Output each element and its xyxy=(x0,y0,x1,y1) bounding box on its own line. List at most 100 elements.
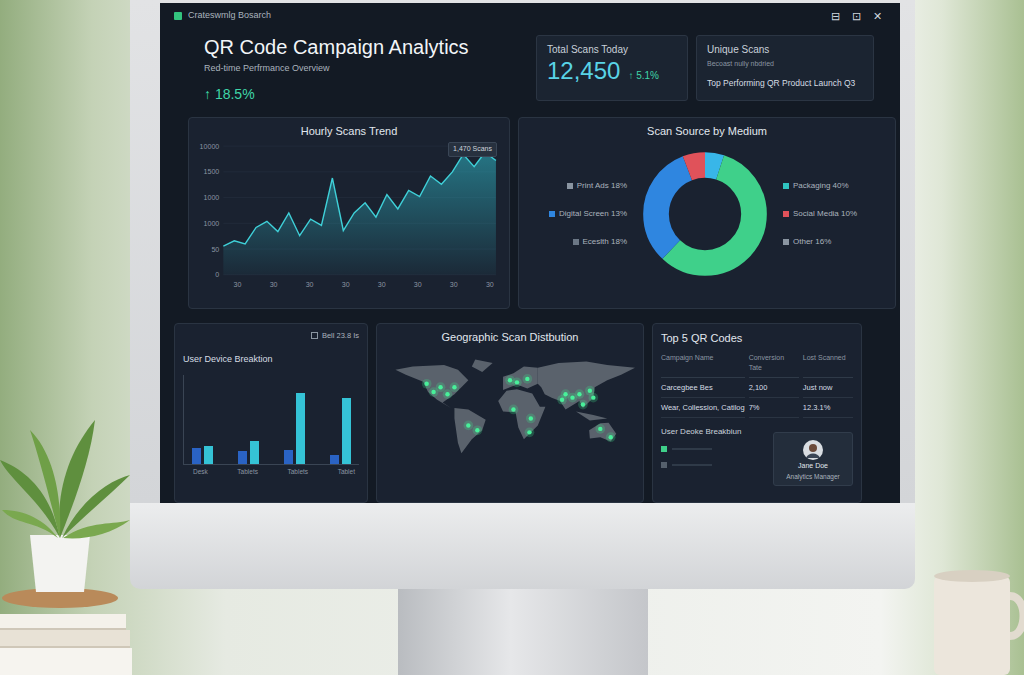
bar-labels: DeskTabletsTabletsTablet xyxy=(183,465,359,477)
pin-glow xyxy=(588,393,598,403)
kpi-change: ↑ 5.1% xyxy=(628,68,659,83)
pin-glow xyxy=(429,388,439,398)
pin-glow xyxy=(578,400,588,410)
map-pin xyxy=(570,396,574,400)
table-cell: 7% xyxy=(749,398,799,418)
dashboard-header: QR Code Campaign AnalyticsRed-time Perfr… xyxy=(174,29,886,109)
map-pin xyxy=(588,389,592,393)
window-control-button[interactable]: ⊡ xyxy=(852,8,861,25)
growth-indicator: ↑ 18.5% xyxy=(204,84,528,105)
pin-glow xyxy=(422,379,432,389)
table-cell: 12.3.1% xyxy=(803,398,853,418)
dashboard-title: QR Code Campaign Analytics xyxy=(204,35,528,60)
bar xyxy=(250,441,259,464)
map-pin xyxy=(529,417,533,421)
bar xyxy=(342,398,351,464)
map-panel: Geographic Scan Distbution xyxy=(376,323,644,503)
x-axis-tick: 30 xyxy=(486,281,494,289)
calendar-icon xyxy=(311,332,318,339)
continent xyxy=(472,360,493,373)
legend-label: Packaging 40% xyxy=(793,180,849,192)
app-logo-icon xyxy=(174,12,182,20)
chart-title: Hourly Scans Trend xyxy=(197,124,501,138)
kpi-label: Unique Scans xyxy=(707,42,863,57)
donut-segment xyxy=(656,165,754,263)
kpi-label: Total Scans Today xyxy=(547,42,677,57)
potted-plant xyxy=(0,360,135,610)
map-pin xyxy=(438,385,442,389)
chart-title: User Device Breaktion xyxy=(183,353,359,367)
window-control-button[interactable]: ✕ xyxy=(873,8,882,25)
kpi-value: Top Performing QR Product Launch Q3 xyxy=(707,78,863,89)
map-pin xyxy=(431,390,435,394)
pin-glow xyxy=(525,428,535,438)
monitor-stand xyxy=(398,589,648,675)
dashboard-screen: Crateswmlg Bosarch ⊟ ⊡ ✕ QR Code Campaign A… xyxy=(160,3,900,503)
header-block: QR Code Campaign AnalyticsRed-time Perfr… xyxy=(204,35,528,105)
pin-glow xyxy=(450,383,460,393)
legend-item: Eceslth 18% xyxy=(573,236,627,248)
kpi-value: 12,450 xyxy=(547,57,620,86)
window-control-button[interactable]: ⊟ xyxy=(831,8,840,25)
bar xyxy=(204,446,213,464)
map-pin xyxy=(445,392,449,396)
x-axis-tick: 30 xyxy=(270,281,278,289)
user-card[interactable]: Jane DoeAnalytics Manager xyxy=(773,432,853,486)
codes-table: Campaign NameConversion TateLost Scanned… xyxy=(661,347,853,419)
window-controls: ⊟ ⊡ ✕ xyxy=(831,8,886,25)
kpi-note: Becoast nully nbdried xyxy=(707,59,863,70)
table-cell: 2,100 xyxy=(749,378,799,398)
pin-glow xyxy=(606,433,616,443)
chart-line xyxy=(223,153,496,247)
pin-glow xyxy=(526,414,536,424)
y-axis-tick: 1500 xyxy=(204,169,220,177)
title-bar: Crateswmlg Bosarch ⊟ ⊡ ✕ xyxy=(174,3,886,29)
category-label: Tablets xyxy=(237,467,258,477)
device-chart-panel: Bell 23.8 Is User Device Breaktion Desk Tab… xyxy=(174,323,368,503)
donut-segment xyxy=(656,165,754,263)
y-axis-tick: 0 xyxy=(215,272,219,280)
bar-group xyxy=(330,375,351,464)
user-role: Analytics Manager xyxy=(779,472,847,482)
book-stack xyxy=(0,604,132,675)
x-axis-tick: 30 xyxy=(378,281,386,289)
pin-glow xyxy=(522,374,532,384)
y-axis-tick: 10000 xyxy=(200,143,220,151)
device-list xyxy=(661,446,712,468)
y-axis-tick: 1000 xyxy=(204,220,220,228)
device-list-item xyxy=(661,462,712,468)
bar xyxy=(192,448,201,464)
source-chart-panel: Scan Source by MediumPrint Ads 18%Digita… xyxy=(518,117,896,309)
category-label: Tablets xyxy=(287,467,308,477)
device-list-item xyxy=(661,446,712,452)
x-axis-tick: 30 xyxy=(306,281,314,289)
legend-item: Packaging 40% xyxy=(783,180,887,192)
map-pin xyxy=(608,435,612,439)
continent xyxy=(503,367,538,391)
map-title: Geographic Scan Distbution xyxy=(385,330,635,344)
donut-segment xyxy=(656,165,754,263)
map-pin xyxy=(424,382,428,386)
world-map xyxy=(385,352,635,478)
x-axis-tick: 30 xyxy=(414,281,422,289)
list-bar xyxy=(672,464,712,466)
category-label: Desk xyxy=(193,467,208,477)
map-pin xyxy=(591,396,595,400)
legend-label: Digital Screen 13% xyxy=(559,208,627,220)
x-axis-tick: 30 xyxy=(234,281,242,289)
x-axis-tick: 30 xyxy=(450,281,458,289)
continent xyxy=(589,423,616,442)
chart-legend: Packaging 40%Social Media 10%Other 16% xyxy=(783,180,887,248)
date-badge: Bell 23.8 Is xyxy=(183,330,359,341)
map-pin xyxy=(511,408,515,412)
pin-glow xyxy=(509,405,519,415)
hourly-chart-panel: Hourly Scans Trend1000015001000100050030… xyxy=(188,117,510,309)
kpi-value-row: 12,450 ↑ 5.1% xyxy=(547,57,677,86)
map-pin xyxy=(577,392,581,396)
bar-group xyxy=(238,375,259,464)
map-pin xyxy=(466,423,470,427)
map-pin xyxy=(527,430,531,434)
window-title: Crateswmlg Bosarch xyxy=(188,9,271,23)
pin-glow xyxy=(443,390,453,400)
donut-body: Print Ads 18%Digital Screen 13%Eceslth 1… xyxy=(527,144,887,284)
